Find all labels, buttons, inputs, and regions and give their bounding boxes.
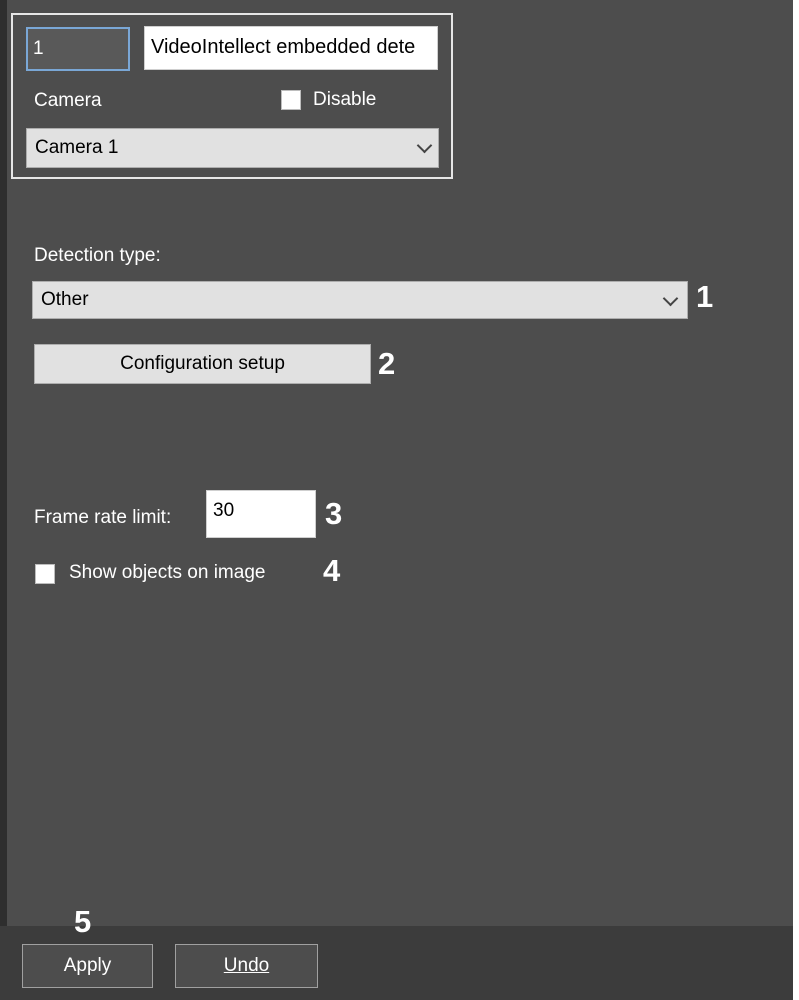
- disable-checkbox[interactable]: [281, 90, 301, 110]
- object-name-field[interactable]: VideoIntellect embedded dete: [144, 26, 438, 70]
- apply-button[interactable]: Apply: [22, 944, 153, 988]
- frame-rate-input[interactable]: 30: [206, 490, 316, 538]
- chevron-down-icon: [662, 290, 679, 307]
- callout-4: 4: [323, 553, 341, 588]
- callout-5: 5: [74, 904, 92, 939]
- settings-panel: 1 VideoIntellect embedded dete Camera Di…: [0, 0, 793, 1000]
- disable-label: Disable: [313, 89, 377, 110]
- undo-button[interactable]: Undo: [175, 944, 318, 988]
- show-objects-checkbox[interactable]: [35, 564, 55, 584]
- callout-2: 2: [378, 346, 396, 381]
- callout-3: 3: [325, 496, 343, 531]
- object-id-field[interactable]: 1: [26, 27, 130, 71]
- callout-1: 1: [696, 279, 714, 314]
- show-objects-label: Show objects on image: [69, 562, 266, 583]
- panel-left-edge: [0, 0, 7, 1000]
- configuration-setup-button[interactable]: Configuration setup: [34, 344, 371, 384]
- detection-type-value: Other: [41, 289, 89, 310]
- camera-select-value: Camera 1: [35, 137, 119, 158]
- chevron-down-icon: [416, 137, 433, 154]
- detection-type-label: Detection type:: [34, 245, 161, 266]
- frame-rate-label: Frame rate limit:: [34, 507, 172, 528]
- detection-type-select[interactable]: Other: [32, 281, 688, 319]
- camera-label: Camera: [34, 90, 102, 111]
- window-right-edge: [793, 0, 799, 1000]
- camera-select[interactable]: Camera 1: [26, 128, 439, 168]
